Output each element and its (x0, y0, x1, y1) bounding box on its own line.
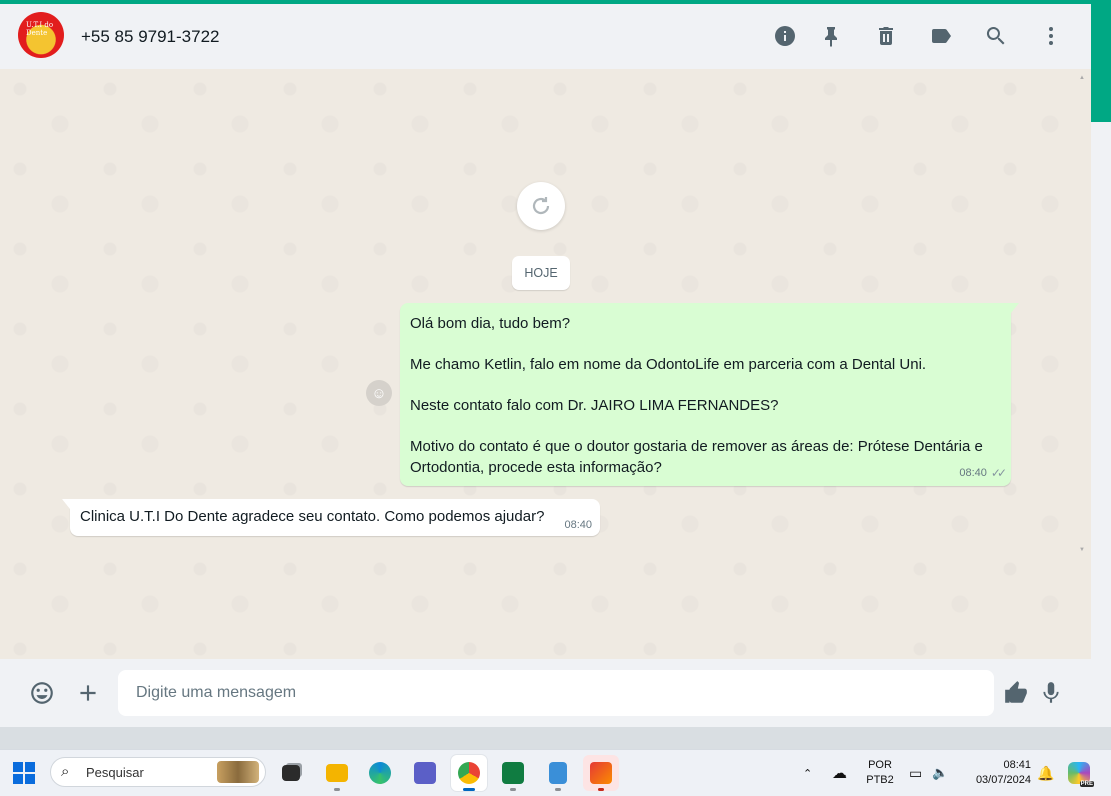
cloud-sync-icon[interactable]: ☁ (832, 750, 847, 796)
label-icon[interactable] (927, 22, 955, 50)
clock-time: 08:41 (1003, 759, 1031, 771)
message-line: Me chamo Ketlin, falo em nome da OdontoL… (410, 356, 927, 373)
chat-messages-area[interactable]: ▲ ▼ HOJE ☺ Olá bom dia, tudo bem? Me cha… (0, 69, 1091, 659)
outgoing-message-text: Olá bom dia, tudo bem? Me chamo Ketlin, … (410, 313, 1005, 478)
scroll-up-arrow-icon[interactable]: ▲ (1079, 75, 1085, 81)
notification-bell-icon[interactable]: 🔔 (1037, 750, 1054, 796)
microphone-icon[interactable] (1036, 678, 1066, 708)
menu-icon[interactable] (1037, 22, 1065, 50)
window-side-accent (1091, 4, 1111, 122)
message-input[interactable] (118, 670, 994, 716)
system-clock[interactable]: 08:41 03/07/2024 (965, 758, 1031, 788)
language-bottom: PTB2 (866, 774, 894, 786)
show-hidden-icons-chevron-icon[interactable]: ⌃ (803, 750, 812, 796)
outgoing-message-bubble[interactable]: Olá bom dia, tudo bem? Me chamo Ketlin, … (400, 303, 1019, 486)
read-ticks-icon: ✓✓ (990, 466, 1007, 480)
message-line: Neste contato falo com Dr. JAIRO LIMA FE… (410, 397, 779, 414)
taskbar-search-label: Pesquisar (86, 765, 144, 780)
delete-icon[interactable] (872, 22, 900, 50)
search-icon: ⌕ (61, 763, 70, 780)
task-view-icon[interactable] (273, 755, 309, 791)
file-explorer-icon[interactable] (319, 755, 355, 791)
teams-icon[interactable] (407, 755, 443, 791)
language-top: POR (868, 759, 892, 771)
avatar-label: U.T.I do Dente (26, 21, 54, 37)
thumbs-up-icon[interactable] (1001, 678, 1031, 708)
notepad-icon[interactable] (540, 755, 576, 791)
search-icon[interactable] (982, 22, 1010, 50)
pin-icon[interactable] (817, 22, 845, 50)
reaction-emoji-icon[interactable]: ☺ (366, 380, 392, 406)
incoming-message-bubble[interactable]: Clinica U.T.I Do Dente agradece seu cont… (62, 499, 600, 536)
message-time: 08:40 (564, 519, 592, 531)
copilot-icon[interactable]: PRE (1068, 750, 1094, 796)
message-line: Olá bom dia, tudo bem? (410, 315, 571, 332)
taskbar-search[interactable]: ⌕ Pesquisar (50, 757, 266, 787)
whatsapp-chat-window: U.T.I do Dente +55 85 9791-3722 ▲ ▼ HOJE… (0, 4, 1091, 727)
excel-icon[interactable] (495, 755, 531, 791)
chrome-icon[interactable] (451, 755, 487, 791)
window-side-panel (1091, 122, 1111, 727)
clock-date: 03/07/2024 (975, 774, 1031, 786)
avatar[interactable]: U.T.I do Dente (18, 12, 64, 58)
snipping-tool-icon[interactable] (583, 755, 619, 791)
windows-taskbar: ⌕ Pesquisar ⌃ ☁ POR PTB2 ▭ 🔈 08:41 03/07… (0, 749, 1111, 796)
contact-name[interactable]: +55 85 9791-3722 (81, 27, 220, 47)
volume-icon[interactable]: 🔈 (932, 750, 948, 796)
emoji-icon[interactable] (27, 678, 57, 708)
edge-browser-icon[interactable] (362, 755, 398, 791)
reload-icon[interactable] (517, 182, 565, 230)
search-highlight-image (217, 761, 259, 783)
message-line: Motivo do contato é que o doutor gostari… (410, 438, 983, 476)
scroll-down-arrow-icon[interactable]: ▼ (1079, 547, 1085, 553)
windows-start-icon[interactable] (13, 762, 35, 784)
network-icon[interactable]: ▭ (909, 750, 922, 796)
date-chip: HOJE (512, 256, 570, 290)
copilot-badge: PRE (1079, 781, 1094, 787)
chat-header: U.T.I do Dente +55 85 9791-3722 (0, 4, 1091, 69)
attach-plus-icon[interactable] (73, 678, 103, 708)
info-icon[interactable] (771, 22, 799, 50)
message-time: 08:40 (959, 467, 987, 479)
incoming-message-text: Clinica U.T.I Do Dente agradece seu cont… (80, 508, 545, 525)
message-meta: 08:40 ✓✓ (959, 466, 1007, 480)
message-composer (0, 659, 1091, 727)
language-indicator[interactable]: POR PTB2 (862, 758, 898, 788)
